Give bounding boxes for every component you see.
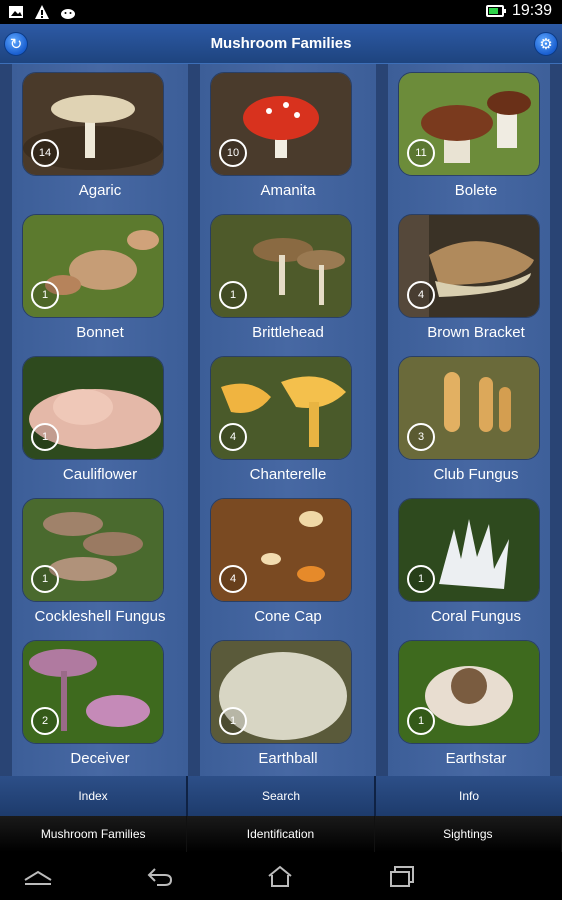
family-label: Earthstar	[445, 750, 507, 767]
species-count: 4	[219, 423, 247, 451]
families-grid[interactable]: 14 Agaric 10 Amanita 11 Bolete 1 Bonnet …	[0, 64, 562, 776]
chanterelle-photo: 4	[210, 356, 352, 460]
agaric-photo: 14	[22, 72, 164, 176]
family-tile-earthstar[interactable]: 1 Earthstar	[388, 632, 562, 774]
species-count: 1	[31, 565, 59, 593]
family-label: Brown Bracket	[427, 324, 525, 341]
club-fungus-photo: 3	[398, 356, 540, 460]
family-label: Bolete	[454, 182, 498, 199]
clock: 19:39	[511, 2, 552, 19]
species-count: 1	[31, 423, 59, 451]
deceiver-photo: 2	[22, 640, 164, 744]
tab-index[interactable]: Index	[0, 776, 188, 816]
overview-icon[interactable]	[382, 862, 422, 890]
primary-tabs: Index Search Info	[0, 776, 562, 816]
family-tile-bolete[interactable]: 11 Bolete	[388, 64, 562, 206]
family-label: Deceiver	[70, 750, 130, 767]
earthball-photo: 1	[210, 640, 352, 744]
family-tile-chanterelle[interactable]: 4 Chanterelle	[200, 348, 376, 490]
page-title: Mushroom Families	[210, 35, 352, 52]
tab-mushroom-families[interactable]: Mushroom Families	[0, 816, 188, 852]
earthstar-photo: 1	[398, 640, 540, 744]
species-count: 1	[219, 281, 247, 309]
family-tile-amanita[interactable]: 10 Amanita	[200, 64, 376, 206]
family-label: Club Fungus	[433, 466, 519, 483]
species-count: 2	[31, 707, 59, 735]
cockleshell-fungus-photo: 1	[22, 498, 164, 602]
bolete-photo: 11	[398, 72, 540, 176]
family-label: Coral Fungus	[430, 608, 522, 625]
family-label: Amanita	[260, 182, 316, 199]
family-tile-brittlehead[interactable]: 1 Brittlehead	[200, 206, 376, 348]
gear-icon: ⚙	[539, 35, 553, 53]
species-count: 11	[407, 139, 435, 167]
family-tile-bonnet[interactable]: 1 Bonnet	[12, 206, 188, 348]
tab-sightings[interactable]: Sightings	[374, 816, 562, 852]
species-count: 1	[219, 707, 247, 735]
tab-search[interactable]: Search	[188, 776, 376, 816]
family-tile-cone-cap[interactable]: 4 Cone Cap	[200, 490, 376, 632]
tab-identification[interactable]: Identification	[187, 816, 375, 852]
brown-bracket-photo: 4	[398, 214, 540, 318]
family-tile-deceiver[interactable]: 2 Deceiver	[12, 632, 188, 774]
family-tile-agaric[interactable]: 14 Agaric	[12, 64, 188, 206]
species-count: 4	[407, 281, 435, 309]
navigation-bar	[0, 852, 562, 900]
species-count: 1	[407, 707, 435, 735]
cone-cap-photo: 4	[210, 498, 352, 602]
family-label: Earthball	[258, 750, 318, 767]
family-tile-coral-fungus[interactable]: 1 Coral Fungus	[388, 490, 562, 632]
species-count: 1	[407, 565, 435, 593]
warning-icon	[34, 4, 50, 20]
action-bar: ↻ Mushroom Families ⚙	[0, 24, 562, 64]
family-label: Agaric	[78, 182, 122, 199]
back-icon[interactable]	[140, 862, 180, 890]
species-count: 1	[31, 281, 59, 309]
android-icon	[60, 4, 76, 20]
bonnet-photo: 1	[22, 214, 164, 318]
image-icon	[8, 4, 24, 20]
species-count: 14	[31, 139, 59, 167]
settings-button[interactable]: ⚙	[534, 32, 558, 56]
family-tile-cauliflower[interactable]: 1 Cauliflower	[12, 348, 188, 490]
battery-icon	[485, 5, 506, 17]
brittlehead-photo: 1	[210, 214, 352, 318]
family-label: Cauliflower	[62, 466, 138, 483]
family-label: Brittlehead	[252, 324, 324, 341]
cauliflower-photo: 1	[22, 356, 164, 460]
family-label: Cone Cap	[254, 608, 322, 625]
species-count: 4	[219, 565, 247, 593]
family-label: Cockleshell Fungus	[34, 608, 166, 625]
amanita-photo: 10	[210, 72, 352, 176]
status-bar: 19:39	[0, 0, 562, 24]
family-tile-cockleshell-fungus[interactable]: 1 Cockleshell Fungus	[12, 490, 188, 632]
recent-apps-icon[interactable]	[18, 862, 58, 890]
species-count: 10	[219, 139, 247, 167]
family-label: Bonnet	[76, 324, 124, 341]
family-tile-club-fungus[interactable]: 3 Club Fungus	[388, 348, 562, 490]
coral-fungus-photo: 1	[398, 498, 540, 602]
section-tabs: Mushroom Families Identification Sightin…	[0, 816, 562, 852]
tab-info[interactable]: Info	[376, 776, 562, 816]
home-icon[interactable]	[260, 862, 300, 890]
family-tile-earthball[interactable]: 1 Earthball	[200, 632, 376, 774]
family-label: Chanterelle	[249, 466, 327, 483]
family-tile-brown-bracket[interactable]: 4 Brown Bracket	[388, 206, 562, 348]
species-count: 3	[407, 423, 435, 451]
